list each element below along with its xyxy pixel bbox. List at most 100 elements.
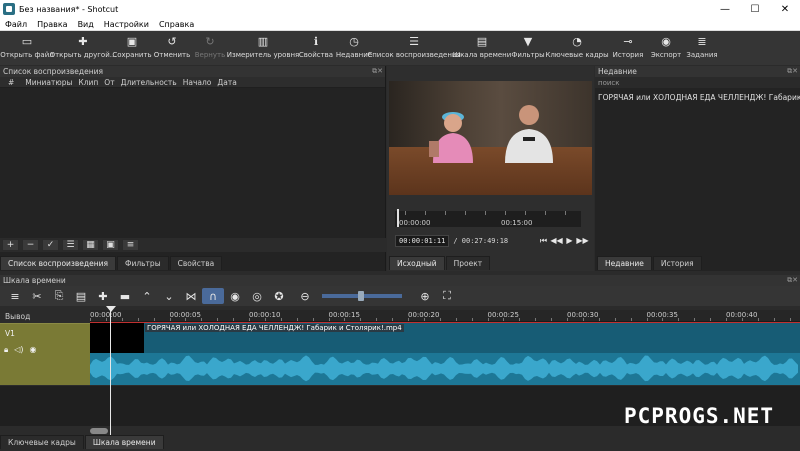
skip-previous-icon[interactable]: ⏮ xyxy=(537,236,550,246)
remove-icon[interactable]: ▬ xyxy=(114,288,136,304)
split-icon[interactable]: ⋈ xyxy=(180,288,202,304)
menu-view[interactable]: Вид xyxy=(73,20,99,29)
toolbar-playlist-button[interactable]: ☰ Список воспроизведения xyxy=(367,34,460,60)
info-icon: ℹ xyxy=(313,34,319,48)
playlist-tabs: Список воспроизведения Фильтры Свойства xyxy=(0,256,223,270)
recent-title: Недавние xyxy=(598,67,637,76)
timeline-icon: ▤ xyxy=(476,34,488,48)
clip-thumbnail xyxy=(90,323,144,353)
recent-item[interactable]: ГОРЯЧАЯ или ХОЛОДНАЯ ЕДА ЧЕЛЛЕНДЖ! Габар… xyxy=(595,88,800,107)
tab-keyframes[interactable]: Ключевые кадры xyxy=(0,435,84,449)
snap-magnet-icon[interactable]: ∩ xyxy=(202,288,224,304)
append-icon[interactable]: ✚ xyxy=(92,288,114,304)
play-icon[interactable]: ▶ xyxy=(563,236,576,246)
toolbar-save-button[interactable]: ▣ Сохранить xyxy=(112,34,152,60)
mute-speaker-icon[interactable]: ◁) xyxy=(14,345,23,355)
timeline-panel-title: Шкала времени ⧉✕ xyxy=(0,275,800,286)
toolbar-timeline-button[interactable]: ▤ Шкала времени xyxy=(453,34,512,60)
col-clip[interactable]: Клип xyxy=(75,78,101,87)
toolbar-undo-button[interactable]: ↺ Отменить xyxy=(152,34,192,60)
toolbar-level-meter-button[interactable]: ▥ Измеритель уровня xyxy=(227,34,300,60)
fast-forward-icon[interactable]: ▶▶ xyxy=(576,236,589,246)
menu-file[interactable]: Файл xyxy=(0,20,32,29)
minimize-button[interactable]: — xyxy=(710,0,740,18)
toolbar-label: Экспорт xyxy=(650,51,682,59)
paste-icon[interactable]: ▤ xyxy=(70,288,92,304)
toolbar-label: Вернуть xyxy=(194,51,226,59)
title-bar: Без названия* - Shotcut — ☐ ✕ xyxy=(0,0,800,18)
current-timecode-field[interactable]: 00:00:01:11 xyxy=(395,235,450,247)
col-start[interactable]: Начало xyxy=(180,78,215,87)
col-thumbnails[interactable]: Миниатюры xyxy=(22,78,75,87)
timeline-playhead-handle[interactable] xyxy=(106,306,116,312)
panel-float-close-icon[interactable]: ⧉✕ xyxy=(787,276,800,285)
timeline-clip[interactable]: ГОРЯЧАЯ или ХОЛОДНАЯ ЕДА ЧЕЛЛЕНДЖ! Габар… xyxy=(90,323,800,385)
redo-icon: ↻ xyxy=(205,34,215,48)
timeline-menu-icon[interactable]: ≡ xyxy=(4,288,26,304)
recent-panel-title: Недавние ⧉✕ xyxy=(595,66,800,77)
col-number[interactable]: # xyxy=(0,78,22,87)
col-date[interactable]: Дата xyxy=(214,78,239,87)
menu-icon[interactable]: ≡ xyxy=(122,239,139,251)
total-duration: / 00:27:49:18 xyxy=(453,237,509,245)
menu-edit[interactable]: Правка xyxy=(32,20,72,29)
zoom-slider[interactable] xyxy=(322,291,402,301)
tab-project[interactable]: Проект xyxy=(445,256,491,270)
lock-icon[interactable]: 🔒︎ xyxy=(4,345,8,355)
toolbar-info-button[interactable]: ℹ Свойства xyxy=(298,34,334,60)
recent-search-input[interactable]: поиск xyxy=(595,77,800,88)
tab-playlist[interactable]: Список воспроизведения xyxy=(0,256,117,270)
col-duration[interactable]: Длительность xyxy=(118,78,180,87)
timeline-ruler[interactable]: 00:00:00 00:00:05 00:00:10 00:00:15 00:00:20… xyxy=(90,310,800,322)
toolbar-redo-button[interactable]: ↻ Вернуть xyxy=(192,34,228,60)
overwrite-icon[interactable]: ⌄ xyxy=(158,288,180,304)
toolbar-filter-button[interactable]: ▼ Фильтры xyxy=(510,34,546,60)
player-scrub-bar[interactable]: 00:00:00 00:15:00 xyxy=(395,209,581,227)
maximize-button[interactable]: ☐ xyxy=(740,0,770,18)
lift-icon[interactable]: ⌃ xyxy=(136,288,158,304)
main-toolbar: ▭ Открыть файл ✚ Открыть другой... ▣ Сохранит… xyxy=(0,31,800,65)
tab-timeline[interactable]: Шкала времени xyxy=(84,435,164,449)
cut-icon[interactable]: ✂ xyxy=(26,288,48,304)
toolbar-open-other-button[interactable]: ✚ Открыть другой... xyxy=(50,34,117,60)
grid-view-icon[interactable]: ▦ xyxy=(82,239,99,251)
zoom-fit-icon[interactable]: ⛶ xyxy=(436,288,458,304)
ripple-all-icon[interactable]: ✪ xyxy=(268,288,290,304)
toolbar-folder-button[interactable]: ▭ Открыть файл xyxy=(0,34,54,60)
toolbar-export-disc-button[interactable]: ◉ Экспорт xyxy=(648,34,684,60)
visibility-eye-icon[interactable]: ◉ xyxy=(30,345,37,355)
tab-source[interactable]: Исходный xyxy=(389,256,445,270)
toolbar-history-button[interactable]: ⊸ История xyxy=(608,34,648,60)
timeline-playhead[interactable] xyxy=(110,308,111,436)
copy-icon[interactable]: ⎘ xyxy=(48,288,70,304)
list-view-icon[interactable]: ☰ xyxy=(62,239,79,251)
menu-help[interactable]: Справка xyxy=(154,20,199,29)
remove-icon[interactable]: − xyxy=(22,239,39,251)
video-preview[interactable] xyxy=(389,81,592,195)
zoom-out-icon[interactable]: ⊖ xyxy=(294,288,316,304)
add-icon[interactable]: + xyxy=(2,239,19,251)
tab-recent[interactable]: Недавние xyxy=(597,256,652,270)
panel-float-close-icon[interactable]: ⧉✕ xyxy=(372,67,385,76)
zoom-slider-handle[interactable] xyxy=(358,291,364,301)
icon-view-icon[interactable]: ▣ xyxy=(102,239,119,251)
tab-filters[interactable]: Фильтры xyxy=(117,256,169,270)
check-icon[interactable]: ✓ xyxy=(42,239,59,251)
folder-icon: ▭ xyxy=(21,34,33,48)
track-header-v1[interactable]: V1 🔒︎ ◁) ◉ xyxy=(0,323,90,385)
close-button[interactable]: ✕ xyxy=(770,0,800,18)
toolbar-jobs-button[interactable]: ≣ Задания xyxy=(684,34,720,60)
ripple-icon[interactable]: ◎ xyxy=(246,288,268,304)
menu-bar: Файл Правка Вид Настройки Справка xyxy=(0,18,800,31)
tab-history[interactable]: История xyxy=(652,256,702,270)
col-in[interactable]: От xyxy=(101,78,117,87)
toolbar-stopwatch-button[interactable]: ◔ Ключевые кадры xyxy=(545,34,608,60)
scrub-eye-icon[interactable]: ◉ xyxy=(224,288,246,304)
timeline-horizontal-scrollbar[interactable] xyxy=(90,427,800,435)
zoom-in-icon[interactable]: ⊕ xyxy=(414,288,436,304)
rewind-icon[interactable]: ◀◀ xyxy=(550,236,563,246)
menu-settings[interactable]: Настройки xyxy=(99,20,154,29)
tab-properties[interactable]: Свойства xyxy=(169,256,223,270)
scrollbar-thumb[interactable] xyxy=(90,428,108,434)
panel-float-close-icon[interactable]: ⧉✕ xyxy=(787,67,800,76)
